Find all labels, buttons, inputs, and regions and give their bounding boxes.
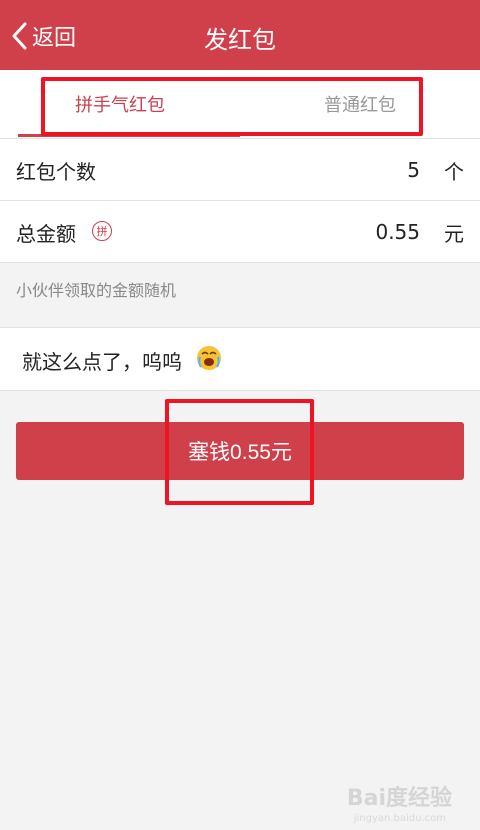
active-tab-indicator [18, 134, 240, 137]
back-label: 返回 [32, 26, 77, 51]
total-amount-unit: 元 [444, 222, 464, 246]
packet-count-unit: 个 [444, 160, 464, 184]
total-amount-input[interactable] [218, 213, 422, 251]
total-amount-row: 总金额 拼 元 [0, 201, 480, 263]
tab-bar: 拼手气红包 普通红包 [0, 70, 480, 139]
tab-normal-red-packet[interactable]: 普通红包 [240, 70, 480, 138]
packet-count-label: 红包个数 [16, 160, 96, 184]
watermark-logo: Bai度经验 [346, 786, 452, 811]
watermark-url: jingyan.baidu.com [353, 813, 446, 824]
tab-label: 拼手气红包 [75, 95, 165, 116]
lucky-badge-icon: 拼 [92, 221, 112, 241]
chevron-left-icon [12, 22, 27, 50]
greeting-message-input[interactable] [20, 341, 194, 379]
tab-label: 普通红包 [324, 95, 396, 116]
greeting-message-row [0, 327, 480, 391]
tab-lucky-red-packet[interactable]: 拼手气红包 [0, 70, 240, 138]
submit-money-button[interactable]: 塞钱0.55元 [16, 422, 464, 480]
random-amount-hint: 小伙伴领取的金额随机 [16, 281, 177, 300]
total-amount-label: 总金额 [16, 222, 76, 246]
crying-face-emoji-icon [197, 346, 221, 370]
packet-count-row: 红包个数 个 [0, 139, 480, 201]
packet-count-input[interactable] [218, 151, 422, 189]
top-navigation-bar: 返回 发红包 [0, 0, 480, 70]
back-button[interactable]: 返回 [10, 18, 76, 54]
